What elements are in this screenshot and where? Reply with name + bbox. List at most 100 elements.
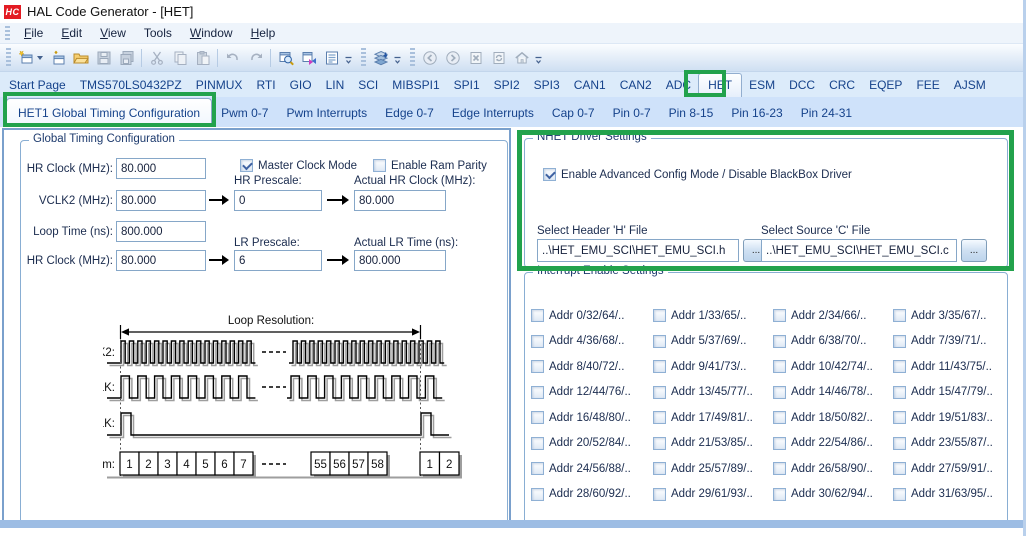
interrupt-addr-checkbox-19[interactable]: Addr 19/51/83/..	[893, 411, 1005, 424]
interrupt-addr-checkbox-24[interactable]: Addr 24/56/88/..	[531, 462, 653, 475]
device-tab-crc[interactable]: CRC	[822, 74, 862, 96]
device-tab-esm[interactable]: ESM	[742, 74, 782, 96]
interrupt-addr-checkbox-28[interactable]: Addr 28/60/92/..	[531, 488, 653, 501]
device-tab-eqep[interactable]: EQEP	[862, 74, 909, 96]
toolbar-overflow-button[interactable]	[343, 48, 354, 68]
export-button[interactable]	[297, 47, 320, 69]
interrupt-addr-checkbox-21[interactable]: Addr 21/53/85/..	[653, 437, 773, 450]
generate-code-button[interactable]	[369, 47, 392, 69]
interrupt-addr-checkbox-11[interactable]: Addr 11/43/75/..	[893, 360, 1005, 373]
interrupt-addr-checkbox-18[interactable]: Addr 18/50/82/..	[773, 411, 893, 424]
save-all-button[interactable]	[115, 47, 138, 69]
preview-button[interactable]	[274, 47, 297, 69]
device-tab-start-page[interactable]: Start Page	[2, 74, 73, 96]
dropdown-caret-icon[interactable]	[37, 56, 43, 63]
save-button[interactable]	[92, 47, 115, 69]
interrupt-addr-checkbox-17[interactable]: Addr 17/49/81/..	[653, 411, 773, 424]
interrupt-addr-checkbox-5[interactable]: Addr 5/37/69/..	[653, 335, 773, 348]
open-project-button[interactable]	[46, 47, 69, 69]
interrupt-addr-checkbox-7[interactable]: Addr 7/39/71/..	[893, 335, 1005, 348]
device-tab-het[interactable]: HET	[698, 73, 742, 98]
toolbar-grip[interactable]	[6, 48, 11, 66]
interrupt-addr-checkbox-0[interactable]: Addr 0/32/64/..	[531, 309, 653, 322]
forward-button[interactable]	[441, 47, 464, 69]
device-tab-dcc[interactable]: DCC	[782, 74, 822, 96]
device-tab-spi1[interactable]: SPI1	[447, 74, 487, 96]
device-tab-can1[interactable]: CAN1	[567, 74, 613, 96]
interrupt-addr-checkbox-2[interactable]: Addr 2/34/66/..	[773, 309, 893, 322]
het-tab-pwm-interrupts[interactable]: Pwm Interrupts	[277, 99, 376, 127]
menu-view[interactable]: View	[91, 24, 135, 42]
interrupt-addr-checkbox-27[interactable]: Addr 27/59/91/..	[893, 462, 1005, 475]
toolbar-overflow-button[interactable]	[392, 48, 403, 68]
interrupt-addr-checkbox-31[interactable]: Addr 31/63/95/..	[893, 488, 1005, 501]
het-tab-pin-0-7[interactable]: Pin 0-7	[604, 99, 660, 127]
interrupt-addr-checkbox-23[interactable]: Addr 23/55/87/..	[893, 437, 1005, 450]
device-tab-fee[interactable]: FEE	[909, 74, 946, 96]
interrupt-addr-checkbox-29[interactable]: Addr 29/61/93/..	[653, 488, 773, 501]
menu-grip[interactable]	[5, 26, 10, 40]
interrupt-addr-checkbox-3[interactable]: Addr 3/35/67/..	[893, 309, 1005, 322]
hr-prescale-field[interactable]	[234, 190, 322, 211]
device-tab-sci[interactable]: SCI	[351, 74, 385, 96]
copy-button[interactable]	[168, 47, 191, 69]
device-tab-rti[interactable]: RTI	[249, 74, 282, 96]
device-tab-mibspi1[interactable]: MIBSPI1	[385, 74, 446, 96]
actual-hr-clock-field[interactable]	[354, 190, 446, 211]
vclk2-field[interactable]	[116, 190, 206, 211]
stop-button[interactable]	[464, 47, 487, 69]
interrupt-addr-checkbox-20[interactable]: Addr 20/52/84/..	[531, 437, 653, 450]
back-button[interactable]	[418, 47, 441, 69]
interrupt-addr-checkbox-8[interactable]: Addr 8/40/72/..	[531, 360, 653, 373]
toolbar-grip[interactable]	[361, 48, 366, 66]
device-tab-tms570ls0432pz[interactable]: TMS570LS0432PZ	[73, 74, 189, 96]
device-tab-can2[interactable]: CAN2	[613, 74, 659, 96]
home-button[interactable]	[510, 47, 533, 69]
het-tab-pin-8-15[interactable]: Pin 8-15	[660, 99, 723, 127]
het-tab-het1-global-timing-configuration[interactable]: HET1 Global Timing Configuration	[6, 98, 212, 127]
loop-time-field[interactable]	[116, 221, 206, 242]
menu-edit[interactable]: Edit	[52, 24, 91, 42]
het-tab-cap-0-7[interactable]: Cap 0-7	[543, 99, 604, 127]
paste-button[interactable]	[191, 47, 214, 69]
cut-button[interactable]	[145, 47, 168, 69]
lr-prescale-field[interactable]	[234, 250, 322, 271]
device-tab-ajsm[interactable]: AJSM	[947, 74, 993, 96]
het-tab-edge-0-7[interactable]: Edge 0-7	[376, 99, 443, 127]
interrupt-addr-checkbox-30[interactable]: Addr 30/62/94/..	[773, 488, 893, 501]
toolbar-grip[interactable]	[410, 48, 415, 66]
interrupt-addr-checkbox-13[interactable]: Addr 13/45/77/..	[653, 386, 773, 399]
undo-button[interactable]	[221, 47, 244, 69]
actual-lr-time-field[interactable]	[354, 250, 446, 271]
interrupt-addr-checkbox-1[interactable]: Addr 1/33/65/..	[653, 309, 773, 322]
refresh-button[interactable]	[487, 47, 510, 69]
device-tab-spi2[interactable]: SPI2	[487, 74, 527, 96]
open-folder-button[interactable]	[69, 47, 92, 69]
interrupt-addr-checkbox-25[interactable]: Addr 25/57/89/..	[653, 462, 773, 475]
source-file-field[interactable]	[761, 239, 957, 262]
interrupt-addr-checkbox-15[interactable]: Addr 15/47/79/..	[893, 386, 1005, 399]
het-tab-edge-interrupts[interactable]: Edge Interrupts	[443, 99, 543, 127]
device-tab-adc[interactable]: ADC	[659, 74, 698, 96]
hr-clock-top-field[interactable]	[116, 158, 206, 179]
device-tab-gio[interactable]: GIO	[283, 74, 319, 96]
het-tab-pin-16-23[interactable]: Pin 16-23	[722, 99, 791, 127]
device-tab-pinmux[interactable]: PINMUX	[189, 74, 250, 96]
interrupt-addr-checkbox-14[interactable]: Addr 14/46/78/..	[773, 386, 893, 399]
menu-file[interactable]: File	[15, 24, 52, 42]
interrupt-addr-checkbox-10[interactable]: Addr 10/42/74/..	[773, 360, 893, 373]
enable-ram-parity-checkbox[interactable]: Enable Ram Parity	[373, 159, 487, 172]
report-button[interactable]	[320, 47, 343, 69]
interrupt-addr-checkbox-4[interactable]: Addr 4/36/68/..	[531, 335, 653, 348]
interrupt-addr-checkbox-16[interactable]: Addr 16/48/80/..	[531, 411, 653, 424]
interrupt-addr-checkbox-6[interactable]: Addr 6/38/70/..	[773, 335, 893, 348]
new-project-button[interactable]	[14, 47, 37, 69]
het-tab-pin-24-31[interactable]: Pin 24-31	[792, 99, 861, 127]
het-tab-pwm-0-7[interactable]: Pwm 0-7	[212, 99, 277, 127]
redo-button[interactable]	[244, 47, 267, 69]
menu-help[interactable]: Help	[242, 24, 285, 42]
interrupt-addr-checkbox-26[interactable]: Addr 26/58/90/..	[773, 462, 893, 475]
menu-window[interactable]: Window	[181, 24, 242, 42]
header-file-field[interactable]	[537, 239, 739, 262]
toolbar-overflow-button[interactable]	[533, 48, 544, 68]
